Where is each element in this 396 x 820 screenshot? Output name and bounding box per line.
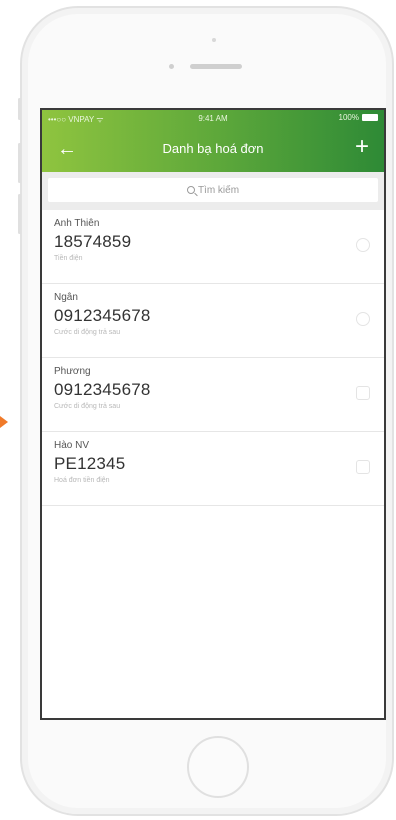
electricity-bill-icon[interactable] [356, 460, 370, 474]
contact-name: Phương [54, 366, 91, 377]
contact-service: Cước di động trả sau [54, 403, 121, 410]
list-item[interactable]: Ngân 0912345678 Cước di động trả sau [42, 284, 384, 358]
home-button[interactable] [187, 736, 249, 798]
search-bar: Tìm kiếm [42, 172, 384, 210]
page-title: Danh bạ hoá đơn [162, 141, 264, 156]
pointer-arrow-icon [0, 416, 8, 428]
battery-status: 100% [339, 113, 378, 122]
status-time: 9:41 AM [198, 114, 228, 123]
list-item[interactable]: Phương 0912345678 Cước di động trả sau [42, 358, 384, 432]
contact-list: Anh Thiên 18574859 Tiền điện Ngân 091234… [42, 210, 384, 506]
front-camera [212, 38, 216, 42]
contact-service: Hoá đơn tiền điện [54, 477, 110, 484]
search-placeholder: Tìm kiếm [197, 184, 240, 196]
battery-percent: 100% [338, 113, 359, 122]
bell-icon[interactable] [356, 312, 370, 326]
earpiece-speaker [190, 64, 242, 69]
volume-up-button [18, 143, 21, 183]
contact-code: PE12345 [54, 454, 126, 473]
list-item[interactable]: Anh Thiên 18574859 Tiền điện [42, 210, 384, 284]
search-input[interactable]: Tìm kiếm [48, 178, 378, 202]
list-item[interactable]: Hào NV PE12345 Hoá đơn tiền điện [42, 432, 384, 506]
volume-down-button [18, 194, 21, 234]
status-bar: •••○○ VNPAY ᯤ 9:41 AM 100% [42, 110, 384, 128]
contact-service: Cước di động trả sau [54, 329, 121, 336]
contact-code: 18574859 [54, 232, 132, 251]
search-icon [186, 186, 195, 194]
navigation-bar: ← Danh bạ hoá đơn + [42, 128, 384, 172]
app-screen: •••○○ VNPAY ᯤ 9:41 AM 100% ← Danh bạ hoá… [40, 108, 386, 720]
bell-icon[interactable] [356, 238, 370, 252]
contact-name: Anh Thiên [54, 218, 100, 229]
battery-icon [362, 114, 378, 121]
contact-code: 0912345678 [54, 380, 151, 399]
add-contact-plus-icon[interactable]: + [350, 135, 374, 160]
mute-switch [18, 98, 21, 120]
phone-bill-icon[interactable] [356, 386, 370, 400]
contact-service: Tiền điện [54, 255, 83, 262]
contact-name: Ngân [54, 292, 78, 303]
contact-code: 0912345678 [54, 306, 151, 325]
contact-name: Hào NV [54, 440, 90, 451]
app-header: •••○○ VNPAY ᯤ 9:41 AM 100% ← Danh bạ hoá… [42, 110, 384, 172]
proximity-sensor [169, 64, 174, 69]
